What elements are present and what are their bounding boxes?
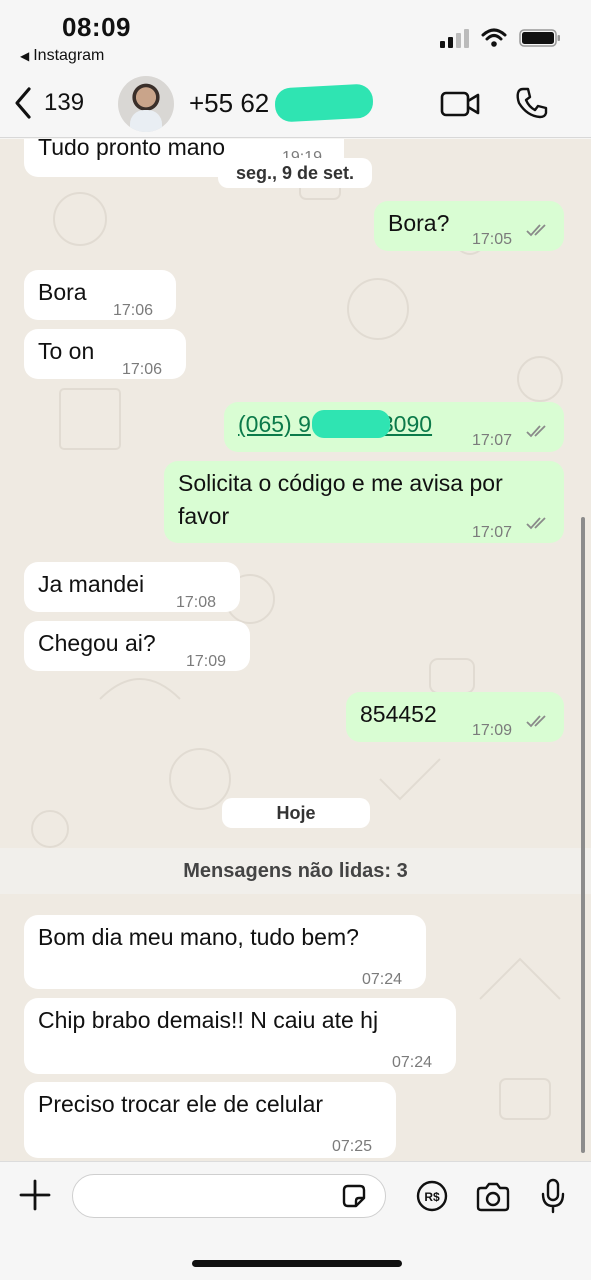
chevron-left-icon bbox=[15, 87, 31, 119]
back-app-label: Instagram bbox=[33, 47, 105, 64]
scrollbar[interactable] bbox=[581, 517, 585, 1153]
message-time: 07:24 bbox=[362, 971, 403, 988]
double-check-icon bbox=[526, 425, 546, 438]
message-time: 17:09 bbox=[186, 653, 227, 670]
message-time: 07:25 bbox=[332, 1138, 373, 1155]
message-bubble-incoming[interactable]: Chegou ai? 17:09 bbox=[24, 621, 250, 671]
status-time: 08:09 bbox=[62, 12, 131, 42]
message-bubble-incoming[interactable]: Bora 17:06 bbox=[24, 270, 176, 320]
message-text: To on bbox=[38, 338, 95, 364]
plus-icon[interactable] bbox=[18, 1178, 52, 1212]
message-bubble-incoming[interactable]: Bom dia meu mano, tudo bem? 07:24 bbox=[24, 915, 426, 989]
double-check-icon bbox=[526, 715, 546, 728]
battery-icon bbox=[519, 29, 560, 47]
status-bar: 08:09 ◀ Instagram bbox=[0, 0, 591, 70]
message-text: 854452 bbox=[360, 701, 437, 727]
message-input[interactable] bbox=[72, 1174, 386, 1218]
redaction-mark bbox=[274, 83, 374, 123]
message-bubble-incoming[interactable]: To on 17:06 bbox=[24, 329, 186, 379]
back-triangle-icon: ◀ bbox=[20, 49, 30, 63]
double-check-icon bbox=[526, 224, 546, 237]
message-composer: R$ bbox=[0, 1161, 591, 1280]
message-time: 17:06 bbox=[113, 302, 154, 319]
message-text: Solicita o código e me avisa por favor bbox=[178, 470, 503, 529]
double-check-icon bbox=[526, 517, 546, 530]
message-time: 17:09 bbox=[472, 722, 513, 739]
unread-messages-divider: Mensagens não lidas: 3 bbox=[0, 848, 591, 894]
unread-chats-count: 139 bbox=[44, 89, 85, 116]
message-bubble-outgoing[interactable]: (065) 9 3090 17:07 bbox=[224, 402, 564, 452]
chat-header: 139 +55 62 9 2623 bbox=[0, 70, 591, 138]
message-time: 17:06 bbox=[122, 361, 163, 378]
signal-icon bbox=[440, 29, 469, 48]
message-time: 17:08 bbox=[176, 594, 217, 611]
camera-icon[interactable] bbox=[475, 1182, 511, 1212]
message-bubble-outgoing[interactable]: 854452 17:09 bbox=[346, 692, 564, 742]
message-bubble-incoming[interactable]: Preciso trocar ele de celular 07:25 bbox=[24, 1082, 396, 1158]
redaction-mark bbox=[312, 410, 390, 438]
message-text: Chip brabo demais!! N caiu ate hj bbox=[38, 1007, 379, 1033]
wifi-icon bbox=[481, 28, 507, 47]
message-text: Bora? bbox=[388, 210, 450, 236]
home-indicator bbox=[192, 1260, 402, 1267]
chat-area[interactable]: Tudo pronto mano 19:19 seg., 9 de set. B… bbox=[0, 139, 591, 1161]
date-divider-today: Hoje bbox=[222, 798, 370, 828]
message-text: Bom dia meu mano, tudo bem? bbox=[38, 924, 359, 950]
message-text: Preciso trocar ele de celular bbox=[38, 1091, 324, 1117]
phone-icon[interactable] bbox=[515, 86, 549, 120]
back-to-app-link[interactable]: ◀ Instagram bbox=[20, 47, 104, 65]
message-bubble-outgoing[interactable]: Solicita o código e me avisa por favor 1… bbox=[164, 461, 564, 543]
status-icons bbox=[439, 28, 561, 48]
message-bubble-incoming[interactable]: Chip brabo demais!! N caiu ate hj 07:24 bbox=[24, 998, 456, 1074]
message-bubble-incoming[interactable]: Ja mandei 17:08 bbox=[24, 562, 240, 612]
message-text: Chegou ai? bbox=[38, 630, 156, 656]
message-text: Ja mandei bbox=[38, 571, 145, 597]
message-time: 17:07 bbox=[472, 432, 513, 449]
message-time: 17:07 bbox=[472, 524, 513, 541]
message-text: Tudo pronto mano bbox=[38, 139, 226, 160]
currency-real-icon[interactable]: R$ bbox=[416, 1180, 448, 1212]
back-button[interactable]: 139 bbox=[12, 86, 84, 120]
svg-text:R$: R$ bbox=[424, 1190, 440, 1204]
date-divider: seg., 9 de set. bbox=[218, 158, 372, 188]
sticker-icon[interactable] bbox=[340, 1182, 368, 1210]
message-text: Bora bbox=[38, 279, 87, 305]
message-time: 07:24 bbox=[392, 1054, 433, 1071]
contact-avatar[interactable] bbox=[118, 76, 174, 132]
video-camera-icon[interactable] bbox=[440, 90, 480, 118]
message-bubble-outgoing[interactable]: Bora? 17:05 bbox=[374, 201, 564, 251]
message-time: 17:05 bbox=[472, 231, 513, 248]
microphone-icon[interactable] bbox=[540, 1178, 566, 1214]
